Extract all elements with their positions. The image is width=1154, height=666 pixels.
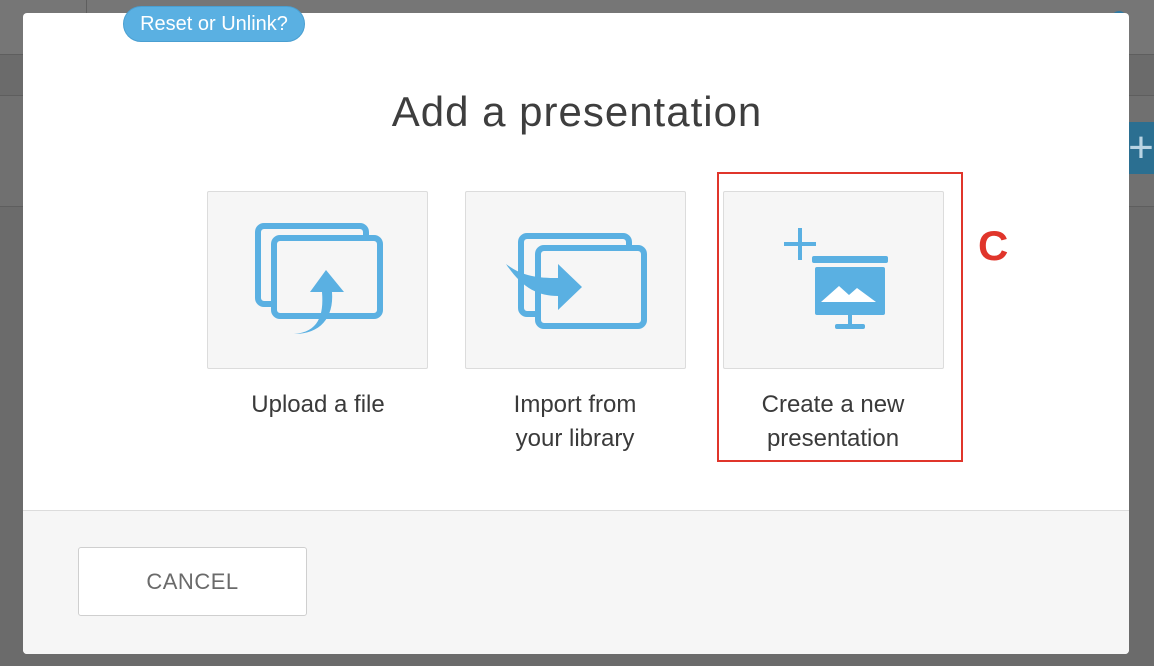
dialog-title: Add a presentation <box>391 88 763 135</box>
new-presentation-label: Create a new presentation <box>761 391 905 452</box>
cancel-button[interactable]: CANCEL <box>78 547 307 616</box>
annotation-letter: C <box>978 222 1009 269</box>
upload-file-label: Upload a file <box>251 391 385 418</box>
new-presentation-icon <box>784 228 888 329</box>
import-library-icon <box>506 233 647 329</box>
import-library-label: Import from your library <box>513 391 637 452</box>
upload-file-tile[interactable] <box>207 191 428 369</box>
reset-or-unlink-button[interactable]: Reset or Unlink? <box>123 6 305 42</box>
dialog-footer: CANCEL <box>23 510 1129 654</box>
upload-file-icon <box>255 223 383 334</box>
new-presentation-tile[interactable] <box>723 191 944 369</box>
import-library-tile[interactable] <box>465 191 686 369</box>
